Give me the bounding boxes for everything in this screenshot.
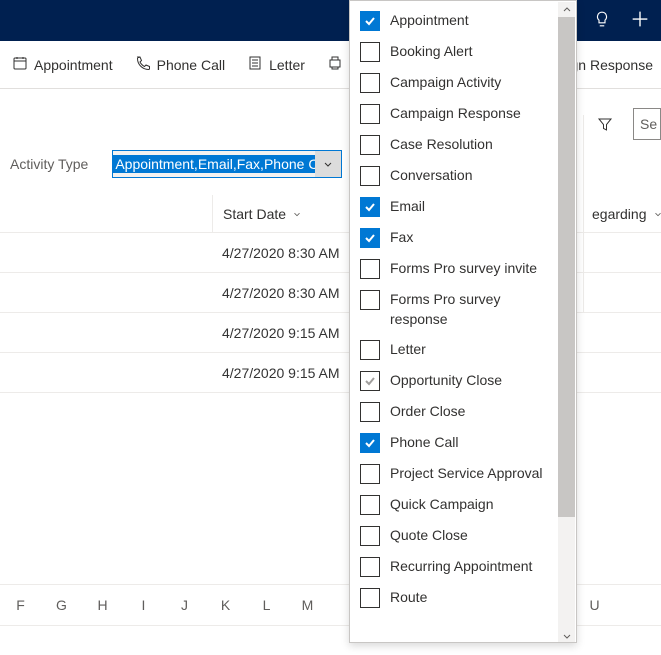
dropdown-option[interactable]: Project Service Approval	[350, 458, 559, 489]
checkbox[interactable]	[360, 259, 380, 279]
dropdown-option[interactable]: Forms Pro survey invite	[350, 253, 559, 284]
dropdown-option[interactable]: Letter	[350, 334, 559, 365]
checkbox[interactable]	[360, 464, 380, 484]
filter-value: Appointment,Email,Fax,Phone C	[113, 155, 315, 173]
dropdown-option-label: Route	[390, 587, 427, 607]
dropdown-option[interactable]: Phone Call	[350, 427, 559, 458]
dropdown-option-label: Quote Close	[390, 525, 468, 545]
chevron-down-icon	[315, 151, 341, 177]
dropdown-option-label: Appointment	[390, 10, 469, 30]
chevron-down-icon	[292, 206, 302, 222]
dropdown-option[interactable]: Booking Alert	[350, 36, 559, 67]
dropdown-option-label: Phone Call	[390, 432, 459, 452]
command-label: Appointment	[34, 57, 113, 73]
phone-icon	[135, 55, 151, 74]
letter-jump[interactable]: L	[246, 597, 287, 613]
header-regarding[interactable]: egarding	[583, 115, 661, 313]
checkbox[interactable]	[360, 42, 380, 62]
dropdown-option[interactable]: Route	[350, 582, 559, 613]
checkbox[interactable]	[360, 526, 380, 546]
checkbox[interactable]	[360, 166, 380, 186]
checkbox[interactable]	[360, 11, 380, 31]
dropdown-option-label: Booking Alert	[390, 41, 473, 61]
dropdown-option-label: Forms Pro survey invite	[390, 258, 537, 278]
dropdown-option[interactable]: Campaign Response	[350, 98, 559, 129]
header-label: egarding	[592, 206, 647, 222]
dropdown-option-label: Recurring Appointment	[390, 556, 532, 576]
letter-jump[interactable]: K	[205, 597, 246, 613]
plus-icon[interactable]	[629, 8, 651, 33]
scrollbar[interactable]	[558, 2, 575, 643]
dropdown-option[interactable]: Email	[350, 191, 559, 222]
cell-start-date: 4/27/2020 8:30 AM	[212, 285, 372, 301]
checkbox[interactable]	[360, 433, 380, 453]
letter-jump[interactable]: H	[82, 597, 123, 613]
checkbox[interactable]	[360, 104, 380, 124]
cell-start-date: 4/27/2020 9:15 AM	[212, 365, 372, 381]
cell-start-date: 4/27/2020 9:15 AM	[212, 325, 372, 341]
lightbulb-icon[interactable]	[593, 10, 611, 31]
activity-type-dropdown-panel: Appointment Booking Alert Campaign Activit…	[349, 0, 577, 643]
dropdown-option[interactable]: Conversation	[350, 160, 559, 191]
command-label: Phone Call	[157, 57, 226, 73]
scroll-up-arrow[interactable]	[558, 2, 575, 17]
checkbox[interactable]	[360, 197, 380, 217]
letter-jump[interactable]: M	[287, 597, 328, 613]
command-label: Letter	[269, 57, 305, 73]
checkbox[interactable]	[360, 557, 380, 577]
filter-label: Activity Type	[10, 156, 88, 172]
letter-jump[interactable]: J	[164, 597, 205, 613]
dropdown-option[interactable]: Order Close	[350, 396, 559, 427]
checkbox[interactable]	[360, 495, 380, 515]
checkbox[interactable]	[360, 340, 380, 360]
dropdown-option-label: Quick Campaign	[390, 494, 494, 514]
dropdown-option-label: Letter	[390, 339, 426, 359]
letter-jump[interactable]: F	[0, 597, 41, 613]
scrollbar-thumb[interactable]	[558, 17, 575, 517]
cell-start-date: 4/27/2020 8:30 AM	[212, 245, 372, 261]
dropdown-option-label: Case Resolution	[390, 134, 493, 154]
dropdown-option[interactable]: Forms Pro survey response	[350, 284, 559, 334]
fax-icon	[327, 55, 343, 74]
letter-jump[interactable]: U	[574, 597, 615, 613]
activity-type-dropdown[interactable]: Appointment,Email,Fax,Phone C	[112, 150, 342, 178]
dropdown-option-label: Campaign Response	[390, 103, 521, 123]
dropdown-option[interactable]: Opportunity Close	[350, 365, 559, 396]
dropdown-option-label: Email	[390, 196, 425, 216]
command-letter[interactable]: Letter	[239, 49, 313, 80]
checkbox[interactable]	[360, 135, 380, 155]
checkbox[interactable]	[360, 228, 380, 248]
checkbox[interactable]	[360, 290, 380, 310]
dropdown-option-label: Conversation	[390, 165, 473, 185]
dropdown-option-label: Order Close	[390, 401, 465, 421]
dropdown-option[interactable]: Quote Close	[350, 520, 559, 551]
scroll-down-arrow[interactable]	[558, 628, 575, 643]
dropdown-option[interactable]: Fax	[350, 222, 559, 253]
dropdown-option[interactable]: Case Resolution	[350, 129, 559, 160]
dropdown-option-label: Project Service Approval	[390, 463, 543, 483]
dropdown-option-label: Fax	[390, 227, 413, 247]
checkbox[interactable]	[360, 588, 380, 608]
dropdown-option-label: Campaign Activity	[390, 72, 501, 92]
dropdown-option[interactable]: Appointment	[350, 5, 559, 36]
header-start-date[interactable]: Start Date	[212, 195, 372, 232]
letter-jump[interactable]: I	[123, 597, 164, 613]
letter-jump[interactable]: G	[41, 597, 82, 613]
command-phone-call[interactable]: Phone Call	[127, 49, 234, 80]
header-label: Start Date	[223, 206, 286, 222]
dropdown-option[interactable]: Campaign Activity	[350, 67, 559, 98]
chevron-down-icon	[653, 206, 661, 222]
dropdown-option-label: Forms Pro survey response	[390, 289, 549, 329]
letter-icon	[247, 55, 263, 74]
checkbox[interactable]	[360, 371, 380, 391]
checkbox[interactable]	[360, 73, 380, 93]
dropdown-option-label: Opportunity Close	[390, 370, 502, 390]
command-appointment[interactable]: Appointment	[4, 49, 121, 80]
dropdown-option[interactable]: Recurring Appointment	[350, 551, 559, 582]
dropdown-option[interactable]: Quick Campaign	[350, 489, 559, 520]
appointment-icon	[12, 55, 28, 74]
checkbox[interactable]	[360, 402, 380, 422]
filter-row: Activity Type Appointment,Email,Fax,Phon…	[10, 150, 342, 178]
